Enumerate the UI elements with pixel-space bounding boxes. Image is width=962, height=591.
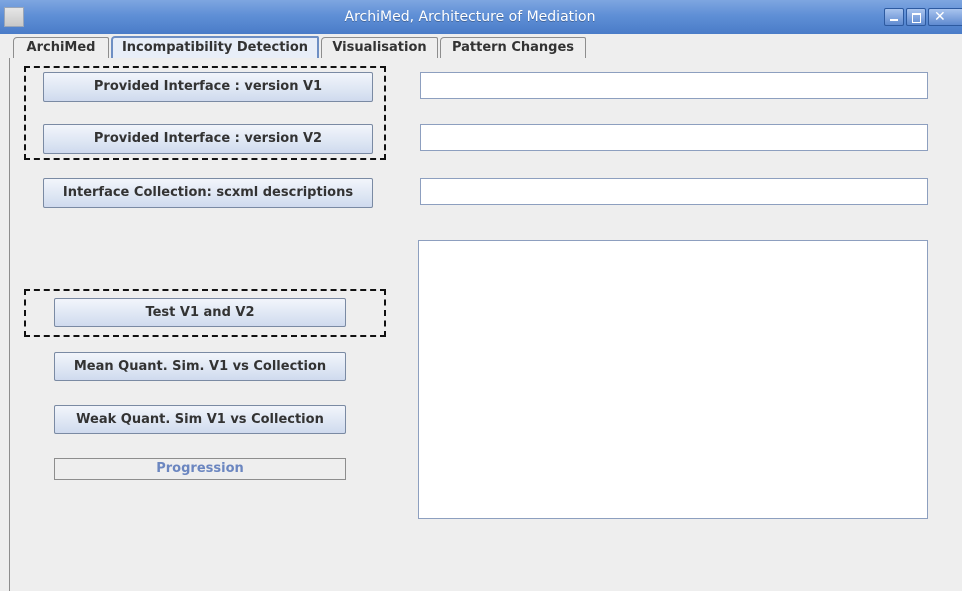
provided-interface-v2-button[interactable]: Provided Interface : version V2: [43, 124, 373, 154]
maximize-icon: [912, 13, 921, 23]
close-button[interactable]: ✕: [928, 8, 962, 26]
provided-interface-v1-button[interactable]: Provided Interface : version V1: [43, 72, 373, 102]
maximize-button[interactable]: [906, 8, 926, 26]
interface-collection-button[interactable]: Interface Collection: scxml descriptions: [43, 178, 373, 208]
progress-bar: Progression: [54, 458, 346, 480]
results-text-area[interactable]: [418, 240, 928, 519]
test-v1-v2-button[interactable]: Test V1 and V2: [54, 298, 346, 327]
window-title: ArchiMed, Architecture of Mediation: [344, 9, 596, 25]
tab-strip: ArchiMed Incompatibility Detection Visua…: [0, 34, 962, 58]
minimize-icon: [890, 19, 898, 21]
collection-path-field[interactable]: [420, 178, 928, 205]
tab-visualisation[interactable]: Visualisation: [321, 37, 438, 58]
tab-pattern-changes[interactable]: Pattern Changes: [440, 37, 586, 58]
v2-path-field[interactable]: [420, 124, 928, 151]
title-bar[interactable]: ArchiMed, Architecture of Mediation ✕: [0, 0, 962, 34]
tab-incompatibility-detection[interactable]: Incompatibility Detection: [111, 36, 319, 58]
close-icon: ✕: [934, 9, 946, 25]
app-window: ArchiMed, Architecture of Mediation ✕ Ar…: [0, 0, 962, 591]
weak-quant-sim-button[interactable]: Weak Quant. Sim V1 vs Collection: [54, 405, 346, 434]
mean-quant-sim-button[interactable]: Mean Quant. Sim. V1 vs Collection: [54, 352, 346, 381]
v1-path-field[interactable]: [420, 72, 928, 99]
tab-archimed[interactable]: ArchiMed: [13, 37, 109, 58]
minimize-button[interactable]: [884, 8, 904, 26]
